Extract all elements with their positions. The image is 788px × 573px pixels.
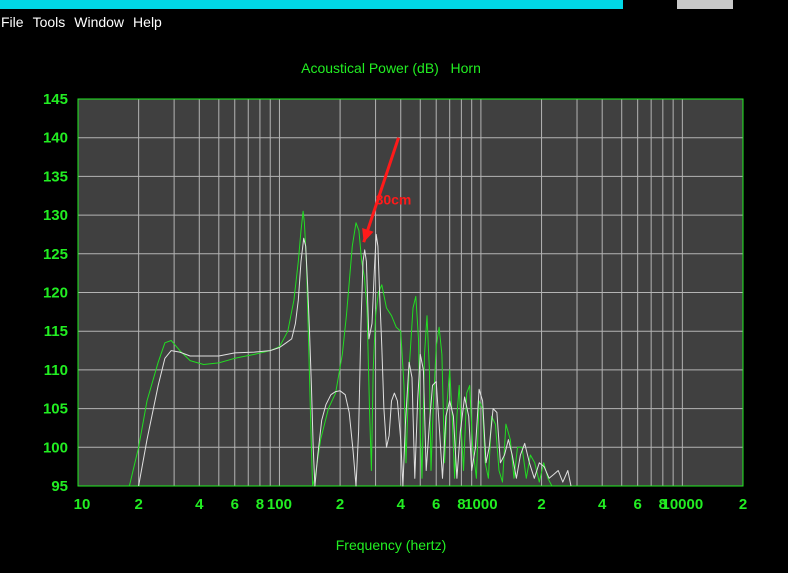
x-tick-label: 2 — [537, 496, 545, 513]
annotation-label: 30cm — [376, 192, 412, 208]
y-tick-label: 115 — [44, 323, 68, 340]
chart-title: Acoustical Power (dB) Horn — [301, 60, 481, 76]
x-tick-label: 4 — [598, 496, 607, 513]
x-tick-label: 4 — [195, 496, 204, 513]
y-tick-label: 100 — [43, 439, 68, 456]
x-axis-label: Frequency (hertz) — [336, 537, 446, 553]
x-tick-label: 6 — [231, 496, 239, 513]
x-tick-label: 10 — [74, 496, 91, 513]
y-tick-label: 105 — [43, 401, 68, 418]
x-tick-label: 6 — [633, 496, 641, 513]
y-tick-label: 95 — [51, 478, 68, 495]
x-tick-label: 10000 — [661, 496, 703, 513]
y-tick-label: 120 — [43, 285, 68, 302]
y-tick-label: 140 — [43, 130, 68, 147]
x-tick-label: 2 — [739, 496, 747, 513]
x-tick-label: 4 — [397, 496, 406, 513]
x-tick-label: 2 — [134, 496, 142, 513]
y-tick-label: 110 — [44, 362, 68, 379]
x-tick-label: 6 — [432, 496, 440, 513]
y-tick-label: 135 — [43, 168, 68, 185]
y-tick-label: 145 — [43, 91, 68, 108]
y-tick-label: 130 — [43, 207, 68, 224]
x-tick-label: 100 — [267, 496, 292, 513]
y-tick-label: 125 — [43, 246, 68, 263]
x-tick-label: 2 — [336, 496, 344, 513]
acoustical-power-chart: Acoustical Power (dB) Horn 145 140 135 130 1… — [43, 60, 747, 553]
x-tick-label: 8 — [256, 496, 264, 513]
x-tick-label: 1000 — [464, 496, 497, 513]
